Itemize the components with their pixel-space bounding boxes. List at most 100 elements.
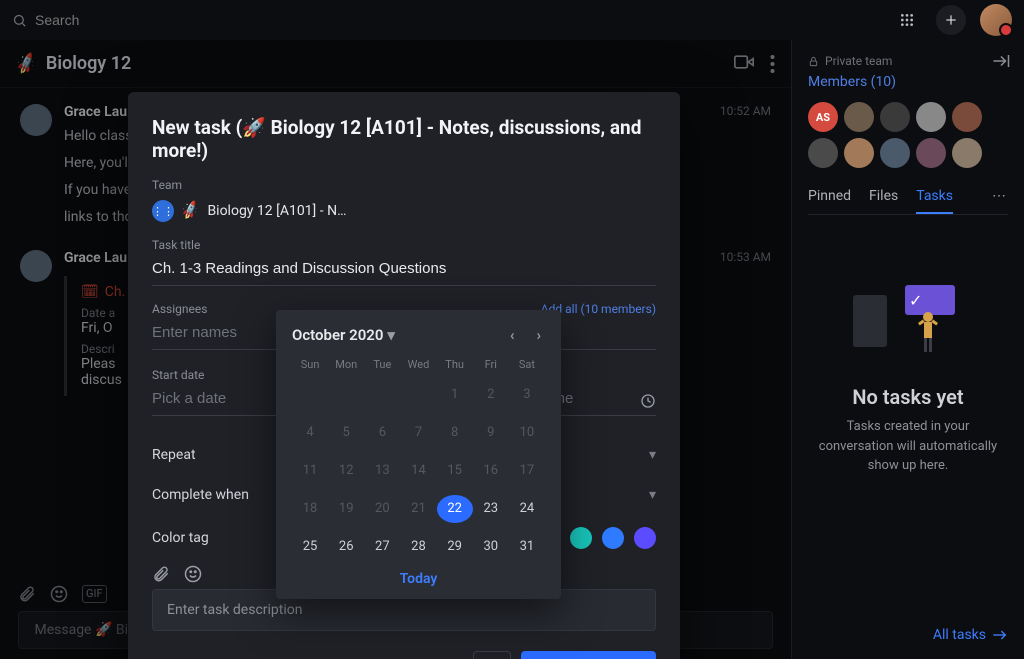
modal-title: New task (🚀 Biology 12 [A101] - Notes, d… <box>152 116 656 162</box>
team-label: Team <box>152 178 656 192</box>
avatar-me[interactable] <box>980 4 1012 36</box>
calendar-day[interactable]: 13 <box>364 457 400 485</box>
tabs-more-icon[interactable]: ⋯ <box>992 188 1008 214</box>
calendar-day[interactable]: 15 <box>437 457 473 485</box>
calendar-day[interactable]: 25 <box>292 533 328 561</box>
color-swatch[interactable] <box>602 527 624 549</box>
color-swatch[interactable] <box>634 527 656 549</box>
next-month-button[interactable]: › <box>532 324 545 346</box>
calendar-day[interactable]: 2 <box>473 381 509 409</box>
avatar[interactable] <box>916 102 946 132</box>
calendar-day[interactable]: 12 <box>328 457 364 485</box>
topbar <box>0 0 1024 40</box>
calendar-day[interactable]: 27 <box>364 533 400 561</box>
calendar-day[interactable]: 21 <box>400 495 436 523</box>
all-tasks-label: All tasks <box>933 627 986 643</box>
dow-label: Thu <box>437 358 473 371</box>
calendar-day[interactable]: 29 <box>437 533 473 561</box>
calendar-day[interactable]: 19 <box>328 495 364 523</box>
calendar-day <box>292 381 328 409</box>
private-label: Private team <box>825 54 892 68</box>
new-button[interactable] <box>936 5 966 35</box>
calendar-day <box>328 381 364 409</box>
complete-when-label: Complete when <box>152 487 249 503</box>
dialpad-icon[interactable] <box>892 5 922 35</box>
color-tag-label: Color tag <box>152 530 209 546</box>
calendar-day[interactable]: 11 <box>292 457 328 485</box>
calendar-day <box>400 381 436 409</box>
dow-label: Sat <box>509 358 545 371</box>
description-placeholder: Enter task description <box>167 602 302 618</box>
post-and-close-button[interactable]: Post and close <box>521 651 656 659</box>
all-tasks-link[interactable]: All tasks <box>933 627 1008 643</box>
calendar-day[interactable]: 24 <box>509 495 545 523</box>
members-link[interactable]: Members (10) <box>808 74 896 90</box>
calendar-day[interactable]: 28 <box>400 533 436 561</box>
member-avatars: AS <box>808 102 1008 168</box>
prev-month-button[interactable]: ‹ <box>506 324 519 346</box>
avatar[interactable] <box>952 102 982 132</box>
attach-icon[interactable] <box>152 565 170 583</box>
calendar-day[interactable]: 9 <box>473 419 509 447</box>
avatar[interactable] <box>952 138 982 168</box>
task-title-input[interactable] <box>152 252 656 286</box>
calendar-day[interactable]: 20 <box>364 495 400 523</box>
calendar-day[interactable]: 18 <box>292 495 328 523</box>
today-button[interactable]: Today <box>292 571 545 587</box>
empty-title: No tasks yet <box>808 385 1008 409</box>
calendar-day[interactable]: 3 <box>509 381 545 409</box>
dow-label: Wed <box>400 358 436 371</box>
calendar-day[interactable]: 31 <box>509 533 545 561</box>
tasks-empty-state: ✓ No tasks yet Tasks created in your con… <box>808 285 1008 476</box>
clock-icon <box>640 393 656 409</box>
collapse-icon[interactable] <box>992 54 1010 68</box>
team-name: Biology 12 [A101] - N… <box>207 203 346 219</box>
chevron-down-icon: ▾ <box>649 447 656 463</box>
calendar-day[interactable]: 14 <box>400 457 436 485</box>
calendar-day[interactable]: 30 <box>473 533 509 561</box>
dow-label: Tue <box>364 358 400 371</box>
avatar[interactable] <box>916 138 946 168</box>
empty-body: Tasks created in your conversation will … <box>808 417 1008 476</box>
calendar-day <box>364 381 400 409</box>
color-swatch[interactable] <box>570 527 592 549</box>
avatar[interactable]: AS <box>808 102 838 132</box>
right-sidebar: Private team Members (10) AS Pinned Files… <box>792 40 1024 659</box>
assignees-label: Assignees <box>152 302 207 316</box>
calendar-day[interactable]: 6 <box>364 419 400 447</box>
search-input[interactable] <box>35 12 235 28</box>
tab-pinned[interactable]: Pinned <box>808 188 851 214</box>
calendar-day[interactable]: 5 <box>328 419 364 447</box>
calendar-day[interactable]: 17 <box>509 457 545 485</box>
avatar[interactable] <box>844 138 874 168</box>
dow-label: Fri <box>473 358 509 371</box>
cancel-button[interactable] <box>473 651 511 659</box>
calendar-day[interactable]: 23 <box>473 495 509 523</box>
calendar-day[interactable]: 26 <box>328 533 364 561</box>
calendar-day[interactable]: 7 <box>400 419 436 447</box>
tab-tasks[interactable]: Tasks <box>916 188 953 214</box>
conversation-pane: 🚀 Biology 12 10:52 AM Grace Lau Hello cl… <box>0 40 792 659</box>
dow-label: Sun <box>292 358 328 371</box>
avatar[interactable] <box>880 102 910 132</box>
team-selector[interactable]: ⋮⋮ 🚀 Biology 12 [A101] - N… <box>152 200 656 222</box>
calendar-day[interactable]: 16 <box>473 457 509 485</box>
task-title-label: Task title <box>152 238 656 252</box>
avatar[interactable] <box>880 138 910 168</box>
calendar-day[interactable]: 8 <box>437 419 473 447</box>
month-label[interactable]: October 2020 <box>292 326 383 344</box>
emoji-icon[interactable] <box>184 565 202 583</box>
date-picker: October 2020 ▾ ‹ › SunMonTueWedThuFriSat… <box>276 310 561 599</box>
calendar-day[interactable]: 4 <box>292 419 328 447</box>
avatar[interactable] <box>844 102 874 132</box>
repeat-label: Repeat <box>152 447 196 463</box>
tab-files[interactable]: Files <box>869 188 898 214</box>
team-avatar: ⋮⋮ <box>152 200 174 222</box>
avatar[interactable] <box>808 138 838 168</box>
global-search[interactable] <box>12 12 882 28</box>
calendar-day[interactable]: 1 <box>437 381 473 409</box>
calendar-day[interactable]: 10 <box>509 419 545 447</box>
search-icon <box>12 13 27 28</box>
calendar-day[interactable]: 22 <box>437 495 473 523</box>
chevron-down-icon[interactable]: ▾ <box>387 326 395 344</box>
